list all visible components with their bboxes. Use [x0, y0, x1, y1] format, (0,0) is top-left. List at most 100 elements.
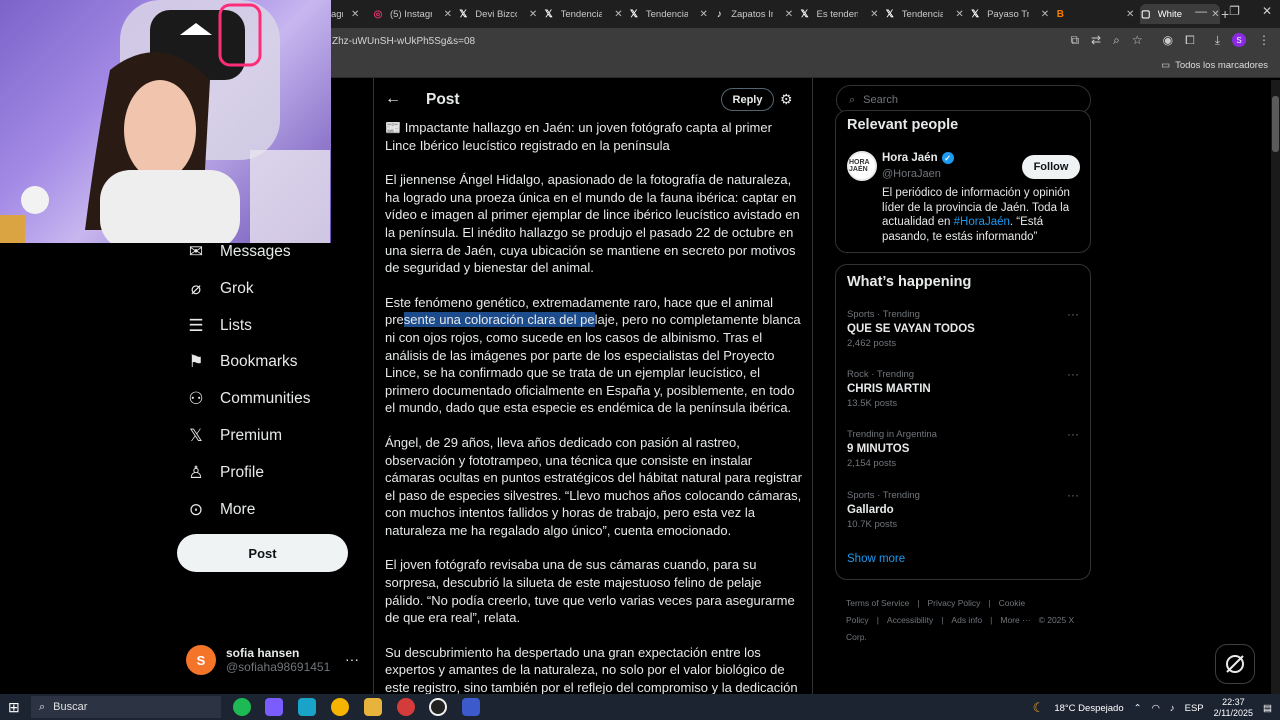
extension-color-icon[interactable]: ◉ [1163, 33, 1173, 48]
restore-icon[interactable]: ❐ [1229, 4, 1240, 18]
sidebar-item-lists[interactable]: ☰ Lists [186, 316, 252, 336]
close-icon[interactable]: ✕ [870, 9, 878, 20]
close-icon[interactable]: ✕ [444, 9, 452, 20]
copilot-icon[interactable] [265, 698, 283, 716]
chrome-active-icon[interactable] [397, 698, 415, 716]
sidebar-item-grok[interactable]: ⌀ Grok [186, 279, 254, 299]
close-icon[interactable]: ✕ [955, 9, 963, 20]
chevron-up-icon[interactable]: ⌃ [1134, 703, 1142, 714]
sidebar-item-messages[interactable]: ✉ Messages [186, 242, 291, 262]
trend-item[interactable]: Sports · Trending Gallardo 10.7K posts ··· [847, 488, 1079, 530]
browser-tab[interactable]: 𝕏 Es tenden ✕ [799, 4, 878, 24]
sidebar-item-more[interactable]: ⊙ More [186, 500, 255, 520]
trend-more-icon[interactable]: ··· [1067, 488, 1079, 502]
tab-label: Es tenden [816, 8, 859, 20]
sidebar-item-label: Bookmarks [220, 353, 298, 371]
browser-tab[interactable]: 𝕏 Payaso Tri ✕ [969, 4, 1049, 24]
wifi-icon[interactable]: ◠ [1152, 703, 1160, 714]
follow-button[interactable]: Follow [1022, 155, 1080, 179]
browser-profile-avatar[interactable]: S [1232, 33, 1246, 47]
account-more-icon[interactable]: ··· [345, 651, 359, 667]
close-icon[interactable]: ✕ [700, 9, 708, 20]
close-icon[interactable]: ✕ [529, 9, 537, 20]
list-icon: ☰ [188, 315, 204, 335]
sidebar-item-label: More [220, 500, 256, 518]
tab-label: agr [331, 8, 343, 20]
browser-tab[interactable]: 𝕏 Devi Bizco ✕ [457, 4, 537, 24]
extensions-icon[interactable]: ⧠ [1185, 33, 1195, 48]
spotify-icon[interactable] [233, 698, 251, 716]
person-name[interactable]: Hora Jaén ✓ [882, 152, 954, 164]
zoom-icon[interactable]: ⌕ [1113, 33, 1120, 48]
reply-button[interactable]: Reply [721, 88, 774, 111]
volume-icon[interactable]: ♪ [1170, 703, 1175, 714]
trend-more-icon[interactable]: ··· [1067, 367, 1079, 381]
envelope-icon: ✉ [188, 242, 204, 261]
sidebar-item-communities[interactable]: ⚇ Communities [186, 389, 310, 409]
close-window-icon[interactable]: ✕ [1262, 4, 1272, 18]
close-icon[interactable]: ✕ [1126, 9, 1134, 20]
cast-icon[interactable]: ⧉ [1070, 33, 1079, 48]
scrollbar-thumb[interactable] [1272, 96, 1279, 152]
notification-icon[interactable]: ▤ [1263, 703, 1272, 714]
weather-text[interactable]: 18°C Despejado [1054, 703, 1123, 714]
footer-link[interactable]: Accessibility [887, 615, 933, 625]
x-logo-icon: 𝕏 [885, 8, 894, 20]
download-icon[interactable]: ⤓ [1215, 33, 1220, 48]
sliders-icon[interactable]: ⚙ [780, 91, 793, 108]
url-text[interactable]: Zhz-uWUnSH-wUkPh5Sg&s=08 [332, 36, 475, 47]
scrollbar[interactable] [1271, 80, 1280, 694]
minimize-icon[interactable]: — [1195, 4, 1207, 18]
browser-tab[interactable]: 𝕏 Tendencias ✕ [628, 4, 708, 24]
sidebar-item-label: Lists [220, 316, 252, 334]
tiktok-icon: ♪ [716, 8, 722, 20]
browser-tab[interactable]: ♪ Zapatos In ✕ [713, 4, 794, 24]
translate-icon[interactable]: ⇄ [1091, 33, 1101, 48]
post-button[interactable]: Post [177, 534, 348, 572]
close-icon[interactable]: ✕ [785, 9, 793, 20]
hora-jaen-avatar[interactable]: HORA JAÉN [847, 151, 877, 181]
chrome-icon[interactable] [331, 698, 349, 716]
close-icon[interactable]: ✕ [1041, 9, 1049, 20]
all-bookmarks-button[interactable]: ▭ Todos los marcadores [1161, 60, 1268, 71]
trend-more-icon[interactable]: ··· [1067, 427, 1079, 441]
x-logo-icon: 𝕏 [971, 8, 980, 20]
clock[interactable]: 22:37 2/11/2025 [1214, 697, 1253, 719]
close-icon[interactable]: ✕ [351, 9, 359, 20]
windows-start-icon[interactable]: ⊞ [8, 699, 20, 716]
trend-item[interactable]: Sports · Trending QUE SE VAYAN TODOS 2,462… [847, 307, 1079, 349]
bio-hashtag-link[interactable]: #HoraJaén [954, 216, 1010, 228]
trend-item[interactable]: Rock · Trending CHRIS MARTIN 13.5K posts ··… [847, 367, 1079, 410]
app-icon[interactable] [298, 698, 316, 716]
browser-tab[interactable]: 𝕏 Tendencias ✕ [543, 4, 623, 24]
account-switcher[interactable]: S sofia hansen @sofiaha98691451 [186, 645, 330, 675]
trend-name: Gallardo [847, 503, 894, 516]
footer-link[interactable]: Terms of Service [846, 598, 909, 608]
back-arrow-icon[interactable]: ← [385, 90, 401, 108]
bookmark-icon: ⚑ [188, 352, 204, 372]
browser-tab[interactable]: B ✕ [1054, 4, 1135, 24]
trend-item[interactable]: Trending in Argentina 9 MINUTOS 2,154 post… [847, 427, 1079, 469]
taskbar-search[interactable]: ⌕ Buscar [31, 696, 221, 718]
obs-icon[interactable] [429, 698, 447, 716]
star-icon[interactable]: ☆ [1132, 33, 1143, 48]
sidebar-item-profile[interactable]: ♙ Profile [186, 463, 264, 483]
footer-link[interactable]: Ads info [951, 615, 982, 625]
sidebar-item-bookmarks[interactable]: ⚑ Bookmarks [186, 352, 298, 372]
close-icon[interactable]: ✕ [614, 9, 622, 20]
menu-dots-icon[interactable]: ⋮ [1258, 33, 1270, 48]
browser-tab[interactable]: 𝕏 Tendencias ✕ [884, 4, 964, 24]
app-icon[interactable] [462, 698, 480, 716]
trend-post-count: 13.5K posts [847, 398, 898, 410]
sidebar-item-premium[interactable]: 𝕏 Premium [186, 426, 282, 446]
trend-more-icon[interactable]: ··· [1067, 307, 1079, 321]
language-indicator[interactable]: ESP [1185, 703, 1204, 714]
browser-tab-partial[interactable]: agr ✕ [331, 4, 361, 24]
file-explorer-icon[interactable] [364, 698, 382, 716]
footer-link[interactable]: Privacy Policy [928, 598, 981, 608]
footer-link[interactable]: More ··· [1000, 615, 1030, 625]
x-logo-icon: 𝕏 [800, 8, 809, 20]
show-more-link[interactable]: Show more [847, 553, 905, 565]
grok-floating-button[interactable] [1215, 644, 1255, 684]
browser-tab[interactable]: ◎ (5) Instagr ✕ [372, 4, 452, 24]
